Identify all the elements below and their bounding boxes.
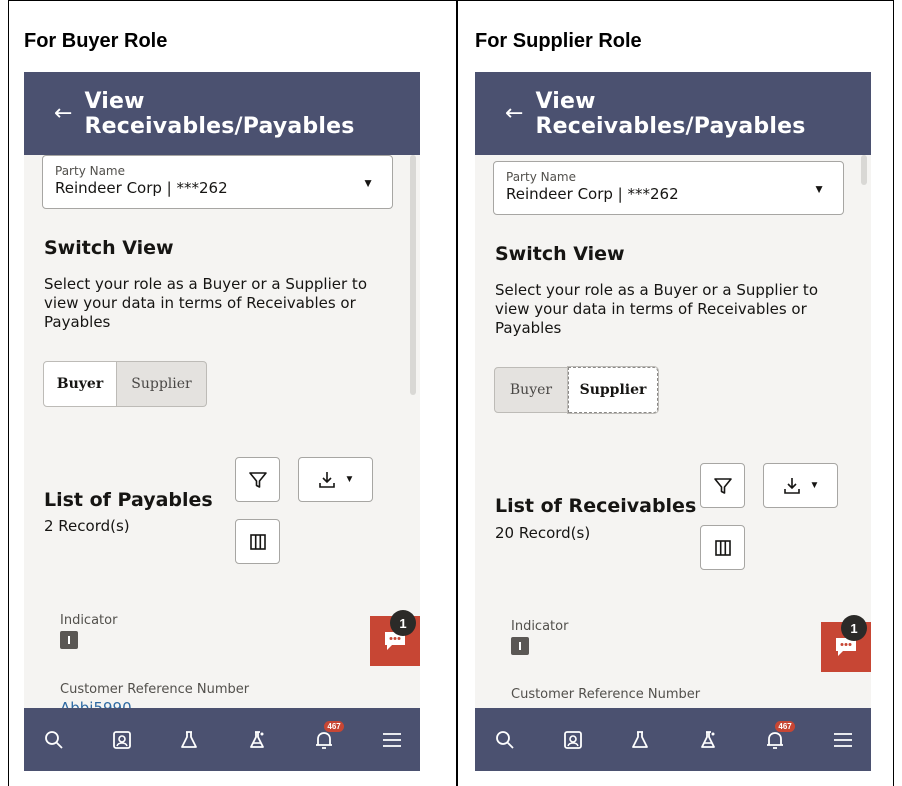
party-name-select[interactable]: Party Name Reindeer Corp | ***262 ▼ <box>493 161 844 215</box>
notification-badge: 467 <box>775 720 795 732</box>
party-name-value: Reindeer Corp | ***262 <box>55 179 228 197</box>
nav-notifications[interactable]: 467 <box>304 720 344 760</box>
dashboard-icon <box>563 730 582 749</box>
scrollbar[interactable] <box>410 155 416 395</box>
indicator-label: Indicator <box>511 619 569 634</box>
buyer-button[interactable]: Buyer <box>494 367 568 413</box>
columns-icon <box>714 539 731 556</box>
bottom-nav: 467 <box>24 708 420 771</box>
customer-ref-label: Customer Reference Number <box>60 682 250 697</box>
nav-lab[interactable] <box>237 720 277 760</box>
menu-icon <box>833 732 852 747</box>
nav-search[interactable] <box>34 720 74 760</box>
page-title: View Receivables/Payables <box>535 88 806 139</box>
chevron-down-icon: ▼ <box>809 480 820 491</box>
search-icon <box>45 730 63 749</box>
buyer-phone-screen: ← View Receivables/Payables Party Name R… <box>24 72 420 771</box>
nav-dashboard[interactable] <box>102 720 142 760</box>
switch-view-title: Switch View <box>44 237 174 259</box>
lab-icon <box>249 730 264 748</box>
page-title: View Receivables/Payables <box>84 88 355 139</box>
record-count: 2 Record(s) <box>44 517 130 535</box>
chat-count-badge: 1 <box>390 610 416 636</box>
bottom-nav: 467 <box>475 708 871 771</box>
indicator-icon <box>511 637 529 655</box>
supplier-column-title: For Supplier Role <box>475 30 642 52</box>
list-title: List of Payables <box>44 489 213 511</box>
indicator-icon <box>60 631 78 649</box>
nav-notifications[interactable]: 467 <box>755 720 795 760</box>
supplier-phone-screen: ← View Receivables/Payables Party Name R… <box>475 72 871 771</box>
record-count: 20 Record(s) <box>495 524 591 542</box>
caret-down-icon: ▼ <box>362 176 374 190</box>
party-name-select[interactable]: Party Name Reindeer Corp | ***262 ▼ <box>42 155 393 209</box>
download-icon <box>783 477 800 494</box>
party-name-label: Party Name <box>506 170 577 184</box>
chat-count-badge: 1 <box>841 615 867 641</box>
caret-down-icon: ▼ <box>813 182 825 196</box>
notification-badge: 467 <box>324 720 344 732</box>
supplier-button[interactable]: Supplier <box>117 361 207 407</box>
nav-flask[interactable] <box>620 720 660 760</box>
switch-view-title: Switch View <box>495 243 625 265</box>
role-toggle: Buyer Supplier <box>494 366 659 414</box>
nav-menu[interactable] <box>823 720 863 760</box>
filter-icon <box>713 477 732 494</box>
back-arrow-icon[interactable]: ← <box>505 101 523 126</box>
flask-icon <box>632 730 649 748</box>
bell-icon <box>767 731 784 749</box>
customer-ref-label: Customer Reference Number <box>511 687 701 702</box>
columns-icon <box>249 533 266 550</box>
filter-button[interactable] <box>700 463 745 508</box>
nav-flask[interactable] <box>169 720 209 760</box>
chevron-down-icon: ▼ <box>344 474 355 485</box>
buyer-button[interactable]: Buyer <box>43 361 117 407</box>
download-button[interactable]: ▼ <box>298 457 373 502</box>
buyer-column-title: For Buyer Role <box>24 30 168 52</box>
switch-view-description: Select your role as a Buyer or a Supplie… <box>44 275 367 331</box>
role-toggle: Buyer Supplier <box>43 361 207 407</box>
party-name-label: Party Name <box>55 164 126 178</box>
indicator-label: Indicator <box>60 613 118 628</box>
column-divider <box>456 0 458 786</box>
nav-lab[interactable] <box>688 720 728 760</box>
supplier-button[interactable]: Supplier <box>567 366 659 414</box>
app-header: ← View Receivables/Payables <box>475 72 871 155</box>
menu-icon <box>382 732 401 747</box>
lab-icon <box>700 730 715 748</box>
list-title: List of Receivables <box>495 495 697 517</box>
dashboard-icon <box>112 730 131 749</box>
nav-search[interactable] <box>485 720 525 760</box>
nav-dashboard[interactable] <box>553 720 593 760</box>
nav-menu[interactable] <box>372 720 412 760</box>
filter-button[interactable] <box>235 457 280 502</box>
filter-icon <box>248 471 267 488</box>
flask-icon <box>181 730 198 748</box>
download-button[interactable]: ▼ <box>763 463 838 508</box>
scrollbar[interactable] <box>861 155 867 185</box>
columns-button[interactable] <box>235 519 280 564</box>
bell-icon <box>316 731 333 749</box>
back-arrow-icon[interactable]: ← <box>54 101 72 126</box>
switch-view-description: Select your role as a Buyer or a Supplie… <box>495 281 818 337</box>
search-icon <box>496 730 514 749</box>
download-icon <box>318 471 335 488</box>
party-name-value: Reindeer Corp | ***262 <box>506 185 679 203</box>
columns-button[interactable] <box>700 525 745 570</box>
app-header: ← View Receivables/Payables <box>24 72 420 155</box>
